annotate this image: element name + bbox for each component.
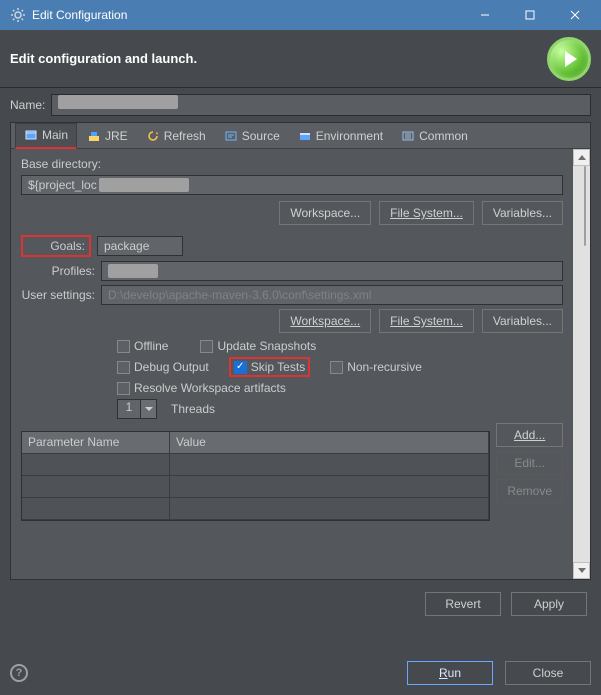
param-remove-button: Remove bbox=[496, 479, 563, 503]
tab-environment-label: Environment bbox=[316, 129, 383, 143]
tab-jre[interactable]: JRE bbox=[79, 123, 136, 149]
base-dir-label: Base directory: bbox=[21, 157, 563, 171]
basedir-filesystem-button[interactable]: File System... bbox=[379, 201, 474, 225]
title-bar: Edit Configuration bbox=[0, 0, 601, 30]
close-button[interactable] bbox=[552, 0, 597, 30]
basedir-variables-button[interactable]: Variables... bbox=[482, 201, 563, 225]
non-recursive-checkbox[interactable]: Non-recursive bbox=[330, 360, 422, 374]
refresh-tab-icon bbox=[146, 129, 160, 143]
run-icon bbox=[547, 37, 591, 81]
param-edit-button: Edit... bbox=[496, 451, 563, 475]
revert-button[interactable]: Revert bbox=[425, 592, 501, 616]
table-cell[interactable] bbox=[170, 498, 489, 520]
help-button[interactable]: ? bbox=[10, 664, 28, 682]
config-panel: Main JRE Refresh Source Environment Comm… bbox=[10, 122, 591, 580]
usersettings-variables-button[interactable]: Variables... bbox=[482, 309, 563, 333]
usersettings-filesystem-button[interactable]: File System... bbox=[379, 309, 474, 333]
app-icon bbox=[10, 7, 26, 23]
table-cell[interactable] bbox=[22, 454, 170, 476]
main-tab-icon bbox=[24, 128, 38, 142]
goals-input[interactable]: package bbox=[97, 236, 183, 256]
offline-checkbox[interactable]: Offline bbox=[117, 339, 168, 353]
common-tab-icon bbox=[401, 129, 415, 143]
maximize-button[interactable] bbox=[507, 0, 552, 30]
tab-source-label: Source bbox=[242, 129, 280, 143]
scrollbar-thumb[interactable] bbox=[584, 166, 586, 246]
tab-refresh[interactable]: Refresh bbox=[138, 123, 214, 149]
environment-tab-icon bbox=[298, 129, 312, 143]
tab-main-label: Main bbox=[42, 128, 68, 142]
usersettings-workspace-button[interactable]: Workspace... bbox=[279, 309, 371, 333]
scroll-up-button[interactable] bbox=[573, 149, 590, 166]
tab-bar: Main JRE Refresh Source Environment Comm… bbox=[11, 123, 590, 149]
goals-label: Goals: bbox=[21, 235, 91, 257]
tab-source[interactable]: Source bbox=[216, 123, 288, 149]
dialog-header: Edit configuration and launch. bbox=[0, 30, 601, 88]
param-add-button[interactable]: Add... bbox=[496, 423, 563, 447]
minimize-button[interactable] bbox=[462, 0, 507, 30]
threads-input[interactable]: 1 bbox=[117, 399, 141, 419]
chevron-down-icon bbox=[145, 407, 153, 412]
threads-dropdown[interactable] bbox=[141, 399, 157, 419]
table-cell[interactable] bbox=[22, 498, 170, 520]
tab-environment[interactable]: Environment bbox=[290, 123, 391, 149]
name-row: Name: bbox=[10, 94, 591, 116]
tab-refresh-label: Refresh bbox=[164, 129, 206, 143]
basedir-workspace-button[interactable]: Workspace... bbox=[279, 201, 371, 225]
vertical-scrollbar[interactable] bbox=[573, 149, 590, 579]
usersettings-label: User settings: bbox=[21, 288, 95, 302]
value-col-header[interactable]: Value bbox=[170, 432, 489, 454]
window-title: Edit Configuration bbox=[32, 8, 462, 22]
tab-jre-label: JRE bbox=[105, 129, 128, 143]
param-col-header[interactable]: Parameter Name bbox=[22, 432, 170, 454]
table-cell[interactable] bbox=[22, 476, 170, 498]
profiles-label: Profiles: bbox=[21, 264, 95, 278]
tab-common[interactable]: Common bbox=[393, 123, 476, 149]
jre-tab-icon bbox=[87, 129, 101, 143]
parameters-table: Parameter Name Value bbox=[21, 431, 490, 521]
threads-label: Threads bbox=[171, 402, 215, 416]
name-input[interactable] bbox=[51, 94, 591, 116]
update-snapshots-checkbox[interactable]: Update Snapshots bbox=[200, 339, 316, 353]
tab-main[interactable]: Main bbox=[15, 123, 77, 149]
apply-button[interactable]: Apply bbox=[511, 592, 587, 616]
debug-output-checkbox[interactable]: Debug Output bbox=[117, 360, 209, 374]
tab-common-label: Common bbox=[419, 129, 468, 143]
scroll-down-button[interactable] bbox=[573, 562, 590, 579]
source-tab-icon bbox=[224, 129, 238, 143]
run-button[interactable]: Run bbox=[407, 661, 493, 685]
table-cell[interactable] bbox=[170, 454, 489, 476]
table-cell[interactable] bbox=[170, 476, 489, 498]
name-label: Name: bbox=[10, 98, 45, 112]
resolve-workspace-checkbox[interactable]: Resolve Workspace artifacts bbox=[117, 381, 286, 395]
dialog-header-text: Edit configuration and launch. bbox=[10, 51, 547, 66]
close-dialog-button[interactable]: Close bbox=[505, 661, 591, 685]
profiles-input[interactable] bbox=[101, 261, 563, 281]
base-dir-input[interactable]: ${project_loc bbox=[21, 175, 563, 195]
skip-tests-checkbox[interactable]: Skip Tests bbox=[229, 357, 310, 377]
usersettings-input[interactable]: D:\develop\apache-maven-3.6.0\conf\setti… bbox=[101, 285, 563, 305]
